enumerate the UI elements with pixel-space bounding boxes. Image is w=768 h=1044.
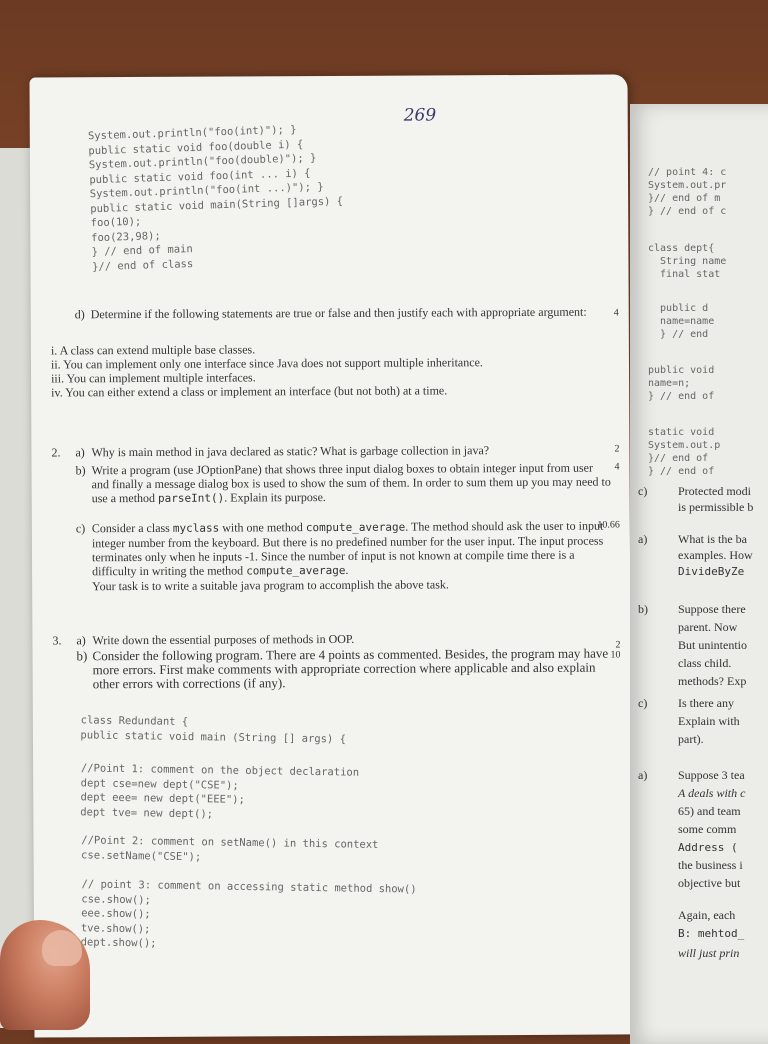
right-line: c) Protected modi bbox=[638, 484, 751, 498]
code-class-redundant: class Redundant { public static void mai… bbox=[80, 714, 347, 745]
right-line: examples. How bbox=[678, 548, 753, 562]
right-line: Explain with bbox=[678, 714, 740, 728]
question-number: 2. bbox=[51, 445, 61, 460]
question-text: Write a program (use JOptionPane) that s… bbox=[91, 460, 611, 506]
right-line: Again, each bbox=[678, 908, 736, 922]
right-line: a) Suppose 3 tea bbox=[638, 768, 745, 782]
right-line: part). bbox=[678, 732, 704, 746]
right-line: methods? Exp bbox=[678, 674, 747, 688]
question-letter: c) bbox=[75, 521, 86, 536]
right-line: class child. bbox=[678, 656, 732, 670]
right-line: DivideByZe bbox=[678, 565, 745, 578]
right-line: B: mehtod_ bbox=[678, 927, 745, 940]
inline-code: parseInt() bbox=[157, 491, 225, 505]
right-code-1: // point 4: c System.out.pr }// end of m… bbox=[648, 167, 727, 217]
statement-item: iv. You can either extend a class or imp… bbox=[51, 383, 448, 400]
question-number: 3. bbox=[52, 633, 62, 648]
right-code-5: static void System.out.p }// end of } //… bbox=[648, 427, 721, 477]
question-letter: b) bbox=[75, 463, 86, 478]
code-point-1: //Point 1: comment on the object declara… bbox=[80, 762, 360, 820]
right-code-2: class dept{ String name final stat bbox=[648, 243, 727, 280]
right-line: is permissible b bbox=[678, 500, 754, 514]
right-line: a) What is the ba bbox=[638, 532, 747, 546]
question-letter: d) bbox=[74, 307, 85, 322]
right-line: c) Is there any bbox=[638, 696, 734, 710]
right-line: objective but bbox=[678, 876, 741, 890]
code-point-2: //Point 2: comment on setName() in this … bbox=[81, 834, 379, 863]
marks: 4 bbox=[613, 307, 619, 319]
right-code-3: public d name=name } // end bbox=[660, 303, 715, 340]
handwritten-page-number: 269 bbox=[403, 105, 437, 126]
right-line: parent. Now bbox=[678, 620, 738, 634]
left-page: 269 System.out.println("foo(int)"); } pu… bbox=[29, 74, 633, 1038]
question-letter: a) bbox=[76, 633, 86, 648]
question-text: Write down the essential purposes of met… bbox=[92, 631, 355, 648]
marks: 4 bbox=[614, 461, 620, 473]
statement-list: i. A class can extend multiple base clas… bbox=[51, 341, 611, 400]
right-line: the business i bbox=[678, 858, 743, 872]
question-letter: b) bbox=[76, 648, 88, 664]
right-page: // point 4: c System.out.pr }// end of m… bbox=[630, 104, 768, 1044]
thumb-nail bbox=[42, 930, 82, 966]
question-2c: c) Consider a class myclass with one met… bbox=[52, 518, 620, 594]
question-text: Consider the following program. There ar… bbox=[92, 645, 609, 692]
question-letter: a) bbox=[75, 445, 85, 460]
inline-code: myclass bbox=[172, 521, 220, 535]
question-text: Determine if the following statements ar… bbox=[90, 304, 587, 322]
inline-code: compute_average bbox=[246, 563, 346, 578]
right-line: 65) and team bbox=[678, 804, 741, 818]
question-3a: 3. a) Write down the essential purposes … bbox=[52, 631, 620, 651]
right-line: b) Suppose there bbox=[638, 602, 746, 616]
right-line: A deals with c bbox=[678, 786, 746, 800]
marks: 2 bbox=[614, 443, 620, 455]
right-line: Address ( bbox=[678, 841, 738, 854]
question-2a: 2. a) Why is main method in java declare… bbox=[51, 443, 619, 460]
question-1d: d) Determine if the following statements… bbox=[51, 304, 619, 400]
right-line: But unintentio bbox=[678, 638, 747, 652]
question-text: Why is main method in java declared as s… bbox=[91, 443, 490, 460]
question-3b: b) Consider the following program. There… bbox=[52, 645, 620, 692]
right-code-4: public void name=n; } // end of bbox=[648, 365, 715, 402]
question-text: Consider a class myclass with one method… bbox=[91, 518, 604, 579]
right-line: some comm bbox=[678, 822, 737, 836]
inline-code: compute_average bbox=[305, 520, 406, 535]
task-text: Your task is to write a suitable java pr… bbox=[92, 577, 449, 594]
code-snippet-top: System.out.println("foo(int)"); } public… bbox=[87, 123, 344, 273]
right-line: will just prin bbox=[678, 946, 740, 960]
marks: 10 bbox=[610, 649, 621, 661]
code-point-3: // point 3: comment on accessing static … bbox=[80, 878, 417, 950]
question-2b: b) Write a program (use JOptionPane) tha… bbox=[52, 460, 620, 507]
marks: 10.66 bbox=[597, 519, 620, 531]
